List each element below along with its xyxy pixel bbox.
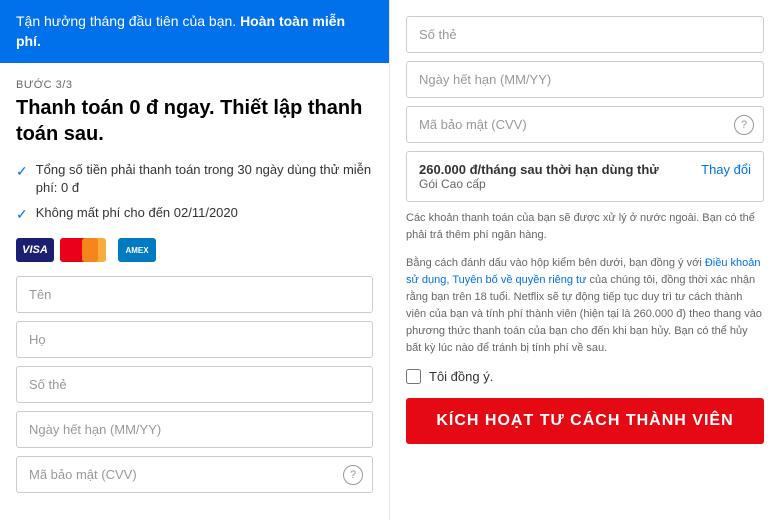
promo-banner: Tận hưởng tháng đầu tiên của bạn. Hoàn t…: [0, 0, 389, 63]
pricing-box: 260.000 đ/tháng sau thời hạn dùng thử Gó…: [406, 151, 764, 202]
cvv-help-icon-left[interactable]: ?: [343, 465, 363, 485]
checklist-text-2: Không mất phí cho đến 02/11/2020: [36, 204, 238, 222]
checklist: ✓ Tổng số tiền phải thanh toán trong 30 …: [16, 161, 373, 224]
terms-text: Bằng cách đánh dấu vào hộp kiểm bên dưới…: [406, 255, 764, 357]
left-panel: Tận hưởng tháng đầu tiên của bạn. Hoàn t…: [0, 0, 390, 520]
cvv-group-right: ?: [406, 106, 764, 143]
cvv-input-left[interactable]: [16, 456, 373, 493]
checklist-item-2: ✓ Không mất phí cho đến 02/11/2020: [16, 204, 373, 225]
promo-text: Tận hưởng tháng đầu tiên của bạn.: [16, 13, 240, 29]
check-icon-1: ✓: [16, 162, 28, 182]
so-the-input-left[interactable]: [16, 366, 373, 403]
notice-text: Các khoản thanh toán của bạn sẽ được xử …: [406, 210, 764, 243]
agree-row: Tôi đồng ý.: [406, 369, 764, 384]
pricing-amount: 260.000 đ/tháng sau thời hạn dùng thử: [419, 162, 691, 177]
so-the-group-left: [16, 366, 373, 403]
right-panel: ? 260.000 đ/tháng sau thời hạn dùng thử …: [390, 0, 780, 520]
checklist-item-1: ✓ Tổng số tiền phải thanh toán trong 30 …: [16, 161, 373, 197]
ho-group: [16, 321, 373, 358]
cvv-help-icon-right[interactable]: ?: [734, 115, 754, 135]
ngay-het-han-group-left: [16, 411, 373, 448]
privacy-link[interactable]: Tuyên bố về quyền riêng tư: [452, 274, 586, 286]
agree-checkbox[interactable]: [406, 369, 421, 384]
cvv-group-left: ?: [16, 456, 373, 493]
ten-group: [16, 276, 373, 313]
ngay-het-han-group-right: [406, 61, 764, 98]
change-plan-link[interactable]: Thay đổi: [701, 162, 751, 177]
checklist-text-1: Tổng số tiền phải thanh toán trong 30 ng…: [36, 161, 373, 197]
check-icon-2: ✓: [16, 205, 28, 225]
so-the-input-right[interactable]: [406, 16, 764, 53]
cvv-input-right[interactable]: [406, 106, 764, 143]
mastercard-logo: [60, 238, 98, 262]
agree-label[interactable]: Tôi đồng ý.: [429, 369, 493, 384]
pricing-plan: Gói Cao cấp: [419, 177, 691, 191]
step-label: BƯỚC 3/3: [16, 79, 373, 91]
pricing-info: 260.000 đ/tháng sau thời hạn dùng thử Gó…: [419, 162, 691, 191]
amex-logo: AMEX: [118, 238, 156, 262]
so-the-group-right: [406, 16, 764, 53]
ngay-het-han-input-right[interactable]: [406, 61, 764, 98]
activate-button[interactable]: KÍCH HOẠT TƯ CÁCH THÀNH VIÊN: [406, 398, 764, 444]
ten-input[interactable]: [16, 276, 373, 313]
payment-title: Thanh toán 0 đ ngay. Thiết lập thanh toá…: [16, 95, 373, 147]
visa-logo: VISA: [16, 238, 54, 262]
ho-input[interactable]: [16, 321, 373, 358]
ngay-het-han-input-left[interactable]: [16, 411, 373, 448]
card-logos: VISA AMEX: [16, 238, 373, 262]
left-content: BƯỚC 3/3 Thanh toán 0 đ ngay. Thiết lập …: [0, 63, 389, 520]
